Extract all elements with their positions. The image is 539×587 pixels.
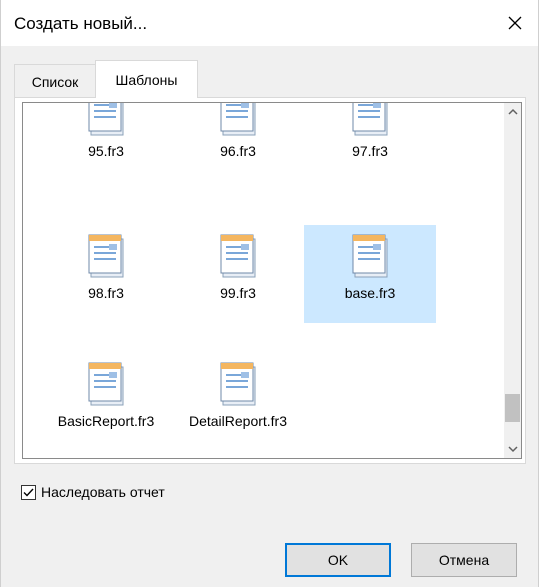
report-template-icon (220, 103, 256, 136)
inherit-report-option[interactable]: Наследовать отчет (21, 484, 165, 500)
template-item-98[interactable]: 98.fr3 (40, 225, 172, 323)
close-icon (508, 16, 522, 30)
template-item-base[interactable]: base.fr3 (304, 225, 436, 323)
template-item-label: DetailReport.fr3 (188, 413, 288, 429)
template-item-label: 95.fr3 (88, 143, 124, 159)
new-item-dialog: Создать новый... Список Шаблоны 95.fr3 9… (0, 0, 539, 587)
templates-tab-panel: 95.fr3 96.fr3 97.fr3 98.fr3 99.fr3 base.… (14, 97, 526, 464)
template-item-label: 96.fr3 (220, 143, 256, 159)
template-item-99[interactable]: 99.fr3 (172, 225, 304, 323)
ok-button-label: OK (327, 552, 349, 568)
report-template-icon (88, 234, 124, 278)
report-template-icon (88, 103, 124, 136)
chevron-up-icon (507, 108, 518, 115)
report-template-icon (352, 234, 388, 278)
template-item-basicreport[interactable]: BasicReport.fr3 (40, 353, 172, 451)
close-button[interactable] (492, 0, 538, 46)
chevron-down-icon (507, 446, 518, 453)
template-item-label: 98.fr3 (88, 285, 124, 301)
template-item-label: 97.fr3 (352, 143, 388, 159)
template-list[interactable]: 95.fr3 96.fr3 97.fr3 98.fr3 99.fr3 base.… (22, 102, 522, 459)
template-item-detailreport[interactable]: DetailReport.fr3 (172, 353, 304, 451)
inherit-report-label: Наследовать отчет (41, 484, 165, 500)
template-item-97[interactable]: 97.fr3 (304, 103, 436, 181)
scroll-down-button[interactable] (504, 441, 521, 458)
ok-button[interactable]: OK (285, 543, 391, 577)
tab-list-label: Список (31, 73, 79, 90)
report-template-icon (352, 103, 388, 136)
template-item-95[interactable]: 95.fr3 (40, 103, 172, 181)
tab-templates-label: Шаблоны (115, 71, 178, 88)
report-template-icon (220, 234, 256, 278)
template-item-label: 99.fr3 (220, 285, 256, 301)
report-template-icon (220, 362, 256, 406)
title-bar: Создать новый... (1, 0, 538, 46)
vertical-scrollbar[interactable] (504, 103, 521, 458)
template-item-label: BasicReport.fr3 (57, 413, 155, 429)
template-item-96[interactable]: 96.fr3 (172, 103, 304, 181)
scroll-up-button[interactable] (504, 103, 521, 120)
tab-templates[interactable]: Шаблоны (95, 60, 198, 98)
cancel-button[interactable]: Отмена (411, 543, 517, 577)
cancel-button-label: Отмена (438, 552, 490, 568)
tab-list[interactable]: Список (14, 64, 96, 98)
inherit-report-checkbox[interactable] (21, 484, 36, 500)
report-template-icon (88, 362, 124, 406)
checkmark-icon (23, 488, 34, 497)
dialog-title: Создать новый... (14, 14, 148, 33)
template-item-label: base.fr3 (344, 285, 396, 301)
scrollbar-thumb[interactable] (505, 394, 520, 422)
